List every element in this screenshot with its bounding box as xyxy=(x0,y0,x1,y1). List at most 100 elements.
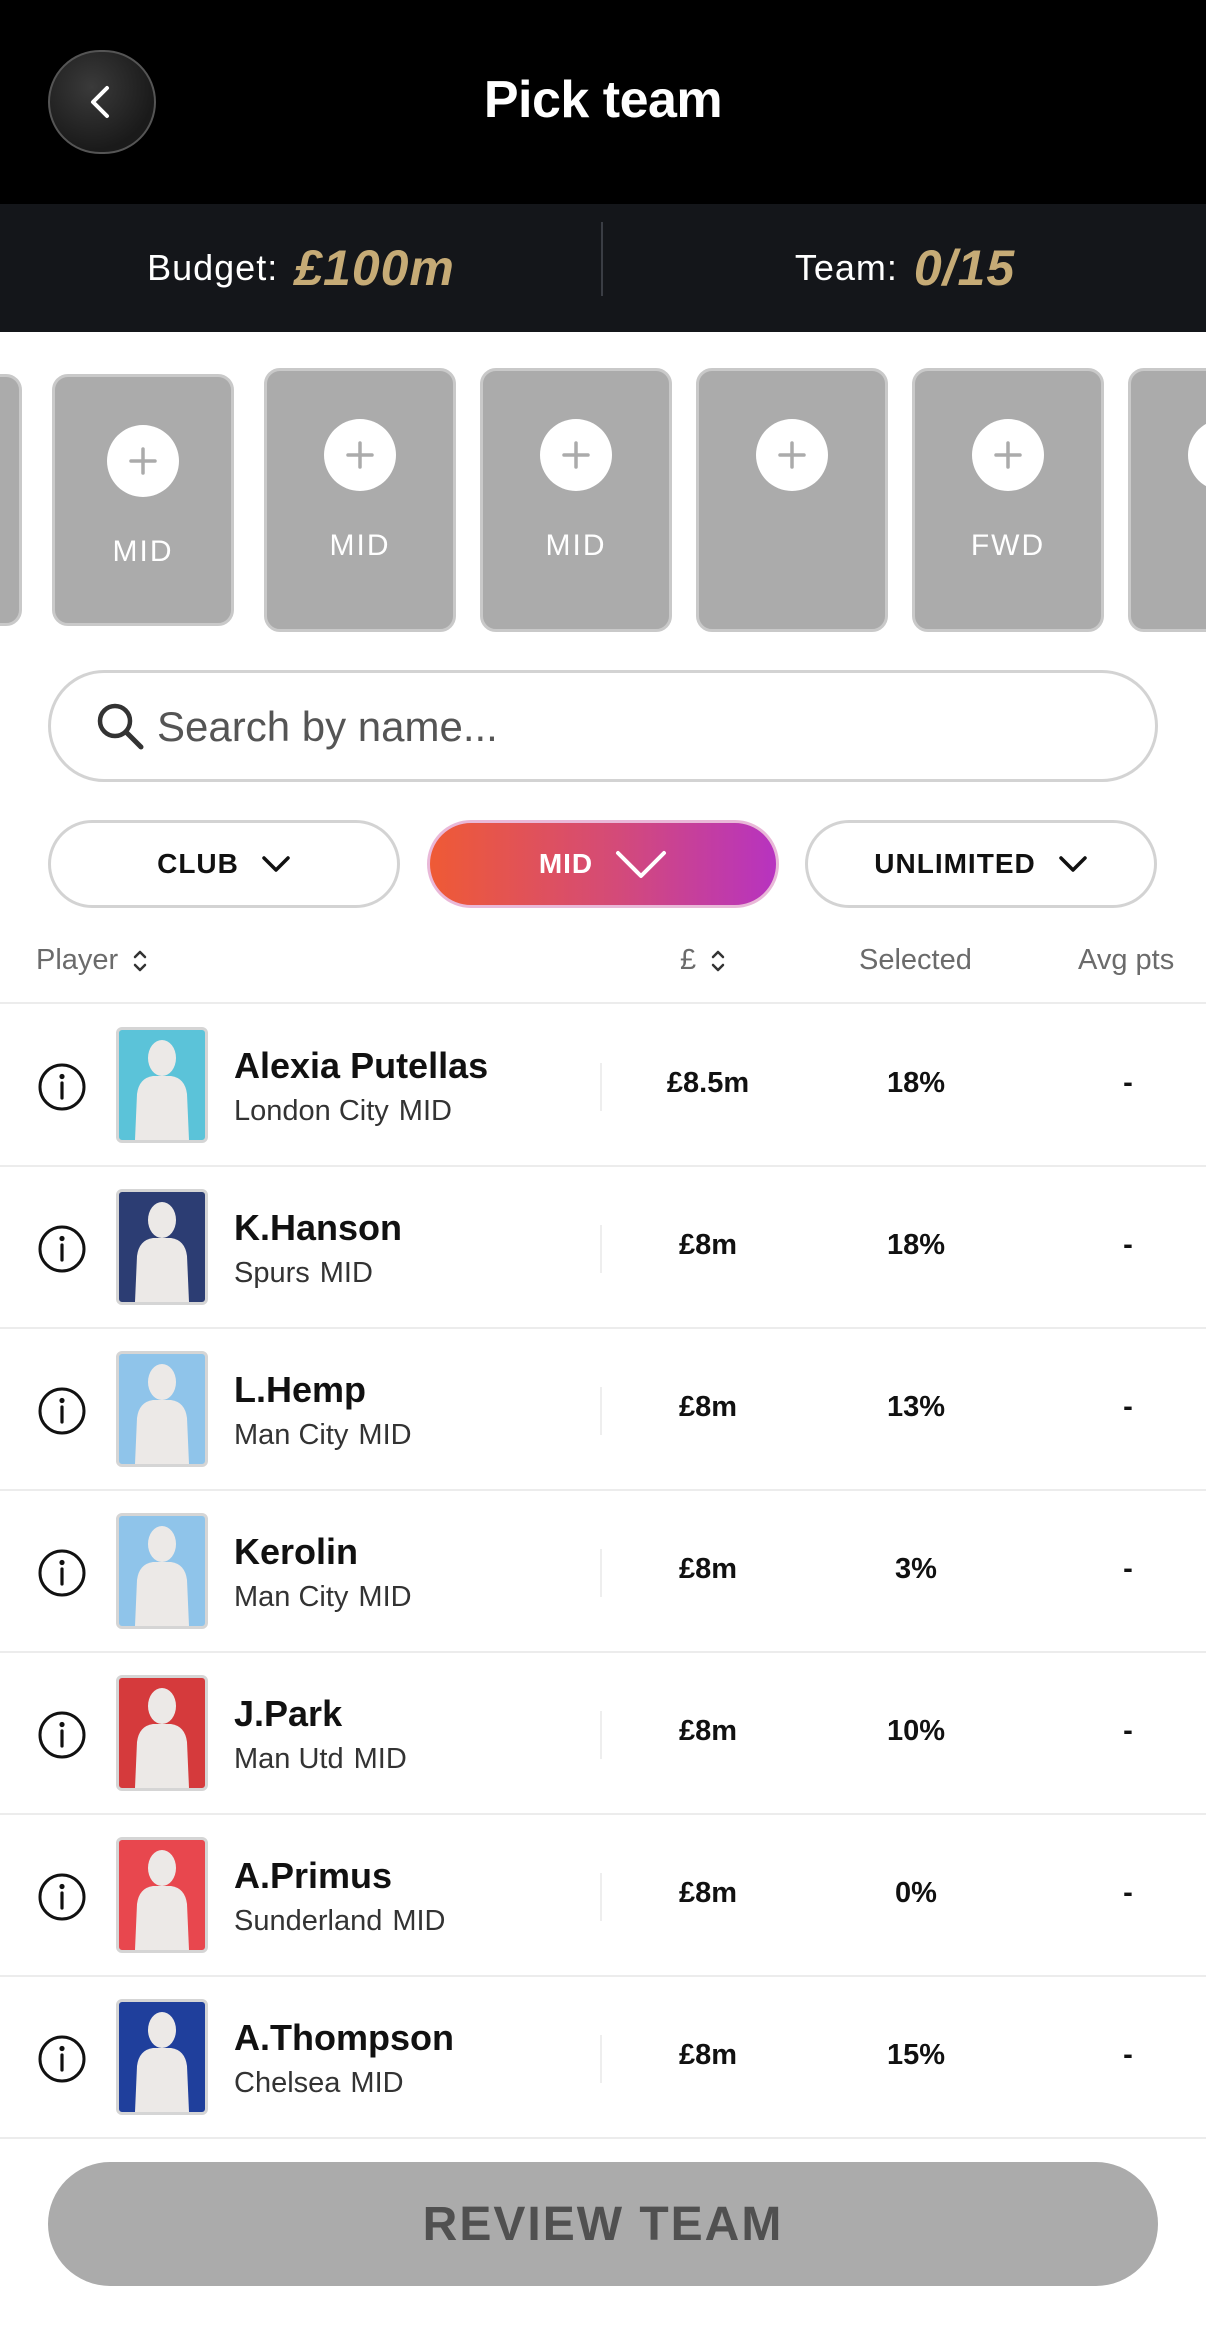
info-icon[interactable] xyxy=(36,2033,88,2085)
player-silhouette-icon xyxy=(135,1688,189,1788)
player-selected: 18% xyxy=(886,1229,946,1261)
player-meta: Sunderland MID xyxy=(234,1905,446,1938)
table-row[interactable]: J.Park Man Utd MID £8m 10% - xyxy=(0,1653,1206,1815)
player-price: £8m xyxy=(678,2039,738,2071)
price-filter[interactable]: UNLIMITED xyxy=(805,820,1157,908)
row-divider xyxy=(600,1549,602,1597)
player-selected: 18% xyxy=(886,1067,946,1099)
squad-slot[interactable]: MID xyxy=(264,368,456,632)
player-club: Man City xyxy=(234,1581,349,1613)
player-club: London City xyxy=(234,1095,389,1127)
player-position: MID xyxy=(398,1095,452,1127)
add-icon xyxy=(756,419,828,491)
player-selected: 3% xyxy=(895,1553,937,1585)
club-filter[interactable]: CLUB xyxy=(48,820,400,908)
club-filter-label: CLUB xyxy=(157,848,239,879)
row-divider xyxy=(600,1387,602,1435)
info-icon[interactable] xyxy=(36,1223,88,1275)
position-filter[interactable]: MID xyxy=(427,820,779,908)
table-row[interactable]: K.Hanson Spurs MID £8m 18% - xyxy=(0,1167,1206,1329)
player-meta: Chelsea MID xyxy=(234,2067,404,2100)
sort-price[interactable]: £ xyxy=(680,944,726,977)
review-team-button[interactable]: REVIEW TEAM xyxy=(48,2162,1158,2286)
info-icon[interactable] xyxy=(36,1385,88,1437)
player-avg-pts: - xyxy=(1123,1067,1133,1099)
player-selected: 13% xyxy=(886,1391,946,1423)
price-filter-label: UNLIMITED xyxy=(874,848,1036,879)
player-photo xyxy=(116,1999,208,2115)
squad-slots[interactable]: MID MID MID FWD F xyxy=(0,332,1206,662)
row-divider xyxy=(600,1711,602,1759)
player-position: MID xyxy=(353,1743,407,1775)
add-icon xyxy=(1188,419,1206,491)
squad-slot[interactable]: FWD xyxy=(912,368,1104,632)
squad-slot[interactable] xyxy=(696,368,888,632)
sort-icon xyxy=(133,950,147,971)
team-summary: Team: 0/15 xyxy=(604,204,1206,332)
table-row[interactable]: A.Thompson Chelsea MID £8m 15% - xyxy=(0,1977,1206,2139)
slot-position: MID xyxy=(545,529,607,562)
search-input[interactable] xyxy=(157,691,1117,763)
squad-slot[interactable]: F xyxy=(1128,368,1206,632)
search-icon xyxy=(97,703,144,750)
player-avg-pts: - xyxy=(1123,2039,1133,2071)
player-name: J.Park xyxy=(234,1693,343,1734)
player-position: MID xyxy=(358,1581,412,1613)
player-silhouette-icon xyxy=(135,1526,189,1626)
player-silhouette-icon xyxy=(135,1202,189,1302)
player-price: £8m xyxy=(678,1715,738,1747)
player-avg-pts: - xyxy=(1123,1877,1133,1909)
add-icon xyxy=(107,425,179,497)
sort-icon xyxy=(711,950,725,971)
player-name: A.Thompson xyxy=(234,2017,454,2058)
player-photo xyxy=(116,1675,208,1791)
slot-position: MID xyxy=(112,535,174,568)
search-box[interactable] xyxy=(48,670,1158,782)
info-icon[interactable] xyxy=(36,1061,88,1113)
table-row[interactable]: Kerolin Man City MID £8m 3% - xyxy=(0,1491,1206,1653)
player-avg-pts: - xyxy=(1123,1715,1133,1747)
player-photo xyxy=(116,1351,208,1467)
player-meta: Man City MID xyxy=(234,1581,412,1614)
player-selected: 10% xyxy=(886,1715,946,1747)
sort-player[interactable]: Player xyxy=(36,944,148,977)
info-icon[interactable] xyxy=(36,1547,88,1599)
table-row[interactable]: Alexia Putellas London City MID £8.5m 18%… xyxy=(0,1005,1206,1167)
player-club: Chelsea xyxy=(234,2067,341,2099)
player-avg-pts: - xyxy=(1123,1391,1133,1423)
player-meta: Man Utd MID xyxy=(234,1743,407,1776)
team-count: 0/15 xyxy=(913,240,1016,296)
squad-slot[interactable]: MID xyxy=(480,368,672,632)
info-icon[interactable] xyxy=(36,1871,88,1923)
header-avg-pts: Avg pts xyxy=(1078,944,1175,976)
player-name: Alexia Putellas xyxy=(234,1045,489,1086)
player-meta: London City MID xyxy=(234,1095,452,1128)
player-name: A.Primus xyxy=(234,1855,393,1896)
budget-value: £100m xyxy=(294,240,455,296)
budget-bar: Budget: £100m Team: 0/15 xyxy=(0,204,1206,332)
top-bar: Pick team xyxy=(0,0,1206,204)
summary-divider xyxy=(601,222,603,296)
header-price: £ xyxy=(680,944,697,976)
player-avg-pts: - xyxy=(1123,1229,1133,1261)
table-row[interactable]: A.Primus Sunderland MID £8m 0% - xyxy=(0,1815,1206,1977)
player-position: MID xyxy=(358,1419,412,1451)
player-club: Spurs xyxy=(234,1257,310,1289)
player-club: Sunderland xyxy=(234,1905,383,1937)
player-name: K.Hanson xyxy=(234,1207,403,1248)
player-price: £8m xyxy=(678,1877,738,1909)
chevron-down-icon xyxy=(616,851,667,878)
player-meta: Man City MID xyxy=(234,1419,412,1452)
info-icon[interactable] xyxy=(36,1709,88,1761)
add-icon xyxy=(324,419,396,491)
player-position: MID xyxy=(392,1905,446,1937)
table-row[interactable]: L.Hemp Man City MID £8m 13% - xyxy=(0,1329,1206,1491)
player-photo xyxy=(116,1027,208,1143)
slot-position: F xyxy=(1131,529,1206,563)
player-silhouette-icon xyxy=(135,1364,189,1464)
squad-slot[interactable] xyxy=(0,374,22,626)
squad-slot[interactable]: MID xyxy=(52,374,234,626)
budget-label: Budget: xyxy=(147,247,279,288)
page-title: Pick team xyxy=(483,71,723,129)
player-position: MID xyxy=(350,2067,404,2099)
